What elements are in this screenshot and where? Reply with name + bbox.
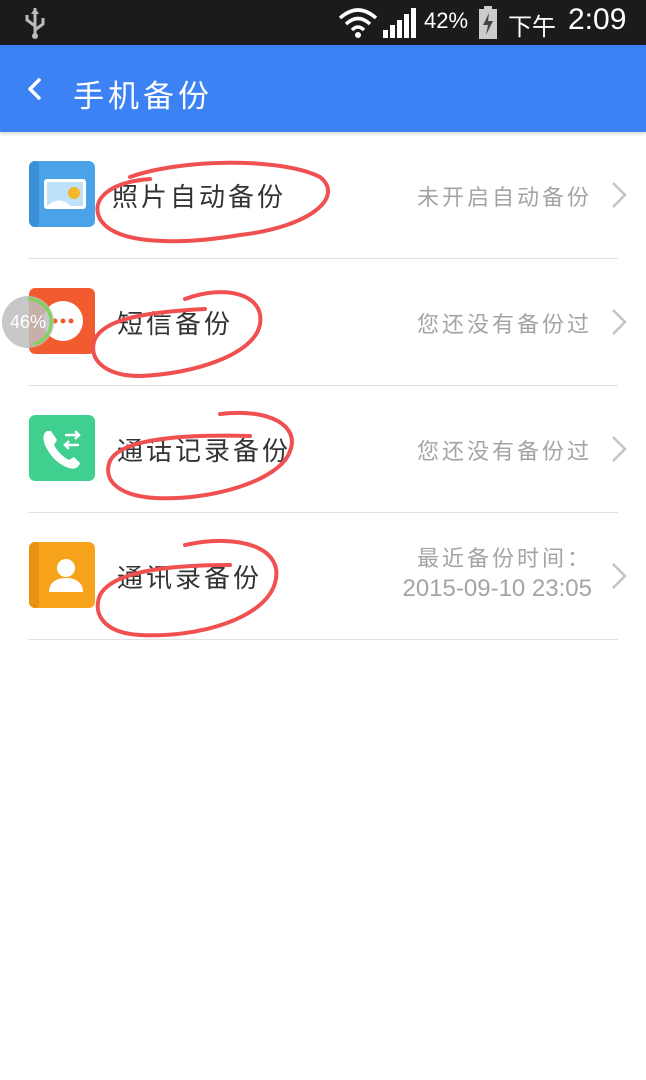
wifi-icon [338,8,378,38]
clock: 2:09 [568,3,627,36]
chevron-right-icon [612,182,627,208]
usb-icon [25,8,45,39]
chevron-right-icon [612,436,627,462]
item-status: 您还没有备份过 [416,440,592,465]
item-label: 照片自动备份 [112,183,287,213]
item-status: 未开启自动备份 [416,186,592,211]
list-item-photo-backup[interactable]: 照片自动备份 未开启自动备份 [0,132,646,259]
chevron-right-icon [612,563,627,589]
item-status-timestamp: 2015-09-10 23:05 [402,575,593,602]
call-log-icon [29,415,95,481]
item-label: 通话记录备份 [117,437,292,467]
list-item-sms-backup[interactable]: 短信备份 您还没有备份过 [0,259,646,386]
floating-ball-label: 46% [9,312,47,332]
header: 手机备份 [0,45,646,132]
list-item-call-log-backup[interactable]: 通话记录备份 您还没有备份过 [0,386,646,513]
battery-charging-icon [479,6,497,39]
divider [28,639,618,640]
item-label: 通讯录备份 [117,564,263,594]
contacts-icon [29,542,95,608]
battery-percent: 42% [424,8,469,33]
time-ampm: 下午 [508,13,556,41]
item-status-caption: 最近备份时间： [416,547,592,572]
photo-icon [29,161,95,227]
chevron-right-icon [612,309,627,335]
page-title: 手机备份 [73,79,213,115]
back-arrow-icon[interactable] [22,75,50,103]
signal-icon [383,8,416,38]
status-bar: 42% 下午 2:09 [0,0,646,45]
floating-memory-ball[interactable]: 46% [2,296,54,348]
list-item-contacts-backup[interactable]: 通讯录备份 最近备份时间： 2015-09-10 23:05 [0,513,646,640]
item-label: 短信备份 [117,310,234,340]
item-status: 您还没有备份过 [416,313,592,338]
